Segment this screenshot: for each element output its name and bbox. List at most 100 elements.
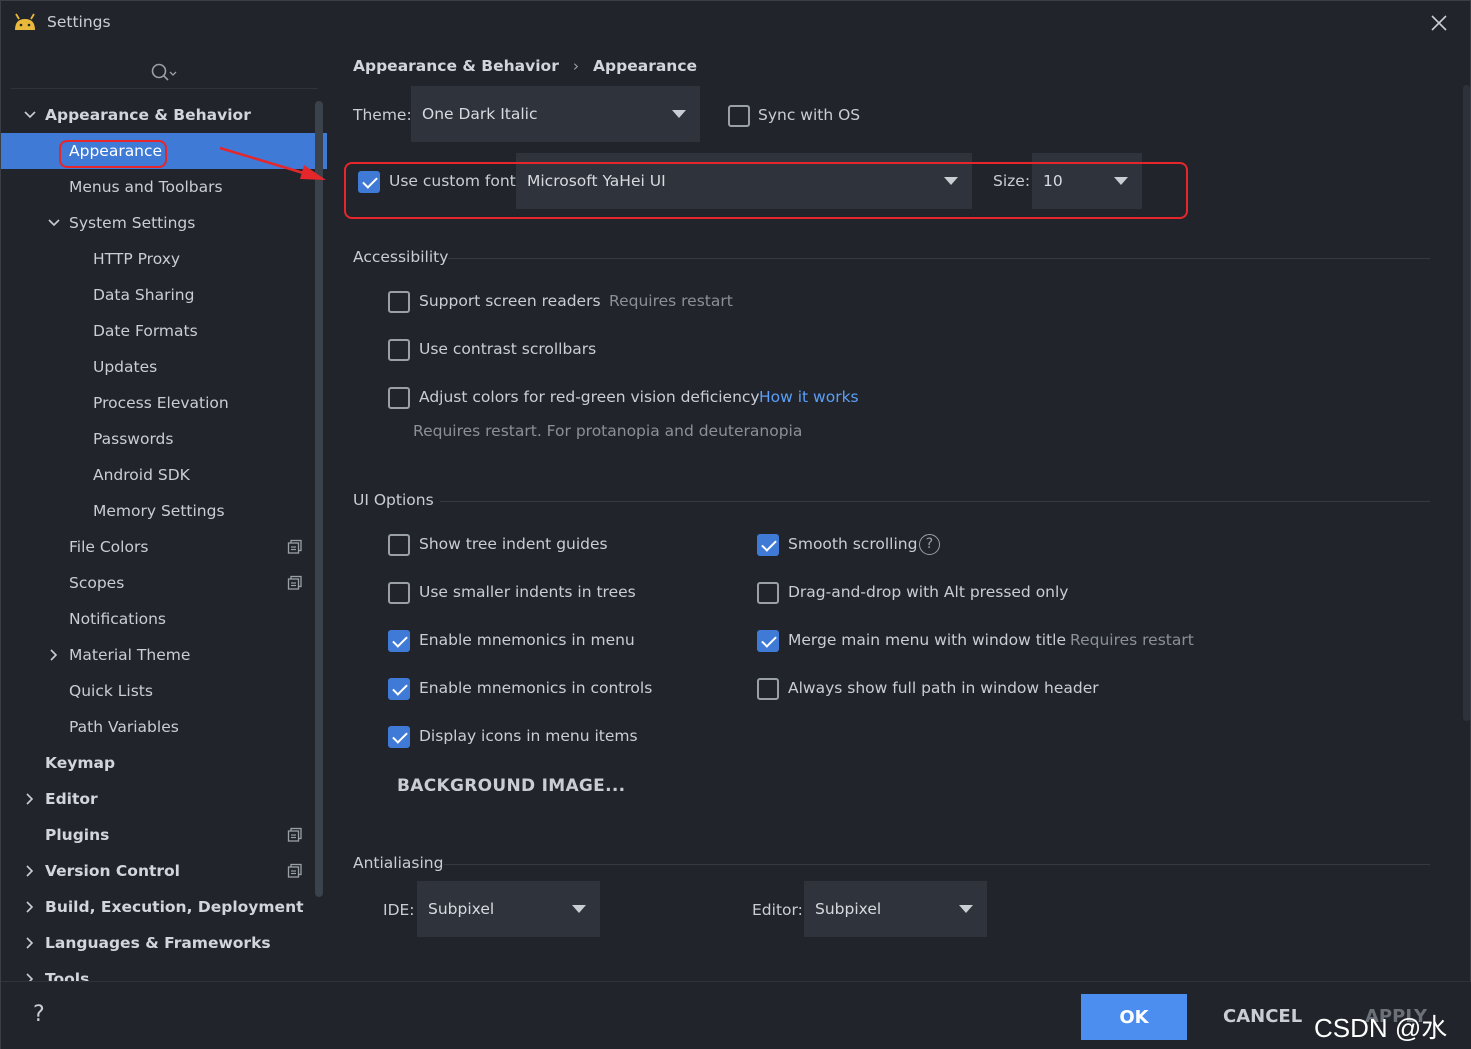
project-settings-icon — [287, 863, 302, 878]
sidebar-item-label: File Colors — [69, 538, 149, 556]
sidebar-item[interactable]: Build, Execution, Deployment — [1, 889, 317, 925]
chevron-right-icon[interactable] — [47, 648, 61, 662]
project-settings-icon — [287, 575, 302, 590]
chevron-right-icon[interactable] — [23, 864, 37, 878]
ide-aa-dropdown[interactable]: Subpixel — [417, 881, 600, 937]
sync-os-checkbox[interactable] — [728, 105, 750, 127]
red-green-checkbox[interactable] — [388, 387, 410, 409]
background-image-button[interactable]: BACKGROUND IMAGE... — [397, 776, 625, 796]
ui-options-divider — [440, 501, 1430, 502]
contrast-scrollbars-label: Use contrast scrollbars — [419, 340, 597, 358]
cancel-button[interactable]: CANCEL — [1223, 1006, 1302, 1027]
sidebar-item-label: Build, Execution, Deployment — [45, 898, 304, 916]
ui-option-label: Display icons in menu items — [419, 727, 638, 745]
chevron-right-icon[interactable] — [23, 792, 37, 806]
sidebar-item[interactable]: Plugins — [1, 817, 317, 853]
breadcrumb-parent[interactable]: Appearance & Behavior — [353, 57, 559, 75]
help-icon[interactable]: ? — [919, 534, 940, 555]
sidebar-item[interactable]: Quick Lists — [1, 673, 317, 709]
ui-option-checkbox[interactable] — [388, 630, 410, 652]
project-settings-icon — [287, 827, 302, 842]
chevron-down-icon[interactable] — [47, 216, 61, 230]
chevron-down-icon — [672, 110, 686, 118]
ui-option-checkbox[interactable] — [757, 534, 779, 556]
contrast-scrollbars-checkbox[interactable] — [388, 339, 410, 361]
sidebar-item-label: Passwords — [93, 430, 174, 448]
breadcrumb-separator: › — [572, 57, 580, 75]
sidebar-item[interactable]: Material Theme — [1, 637, 317, 673]
ui-option-checkbox[interactable] — [388, 582, 410, 604]
sidebar-item-label: Plugins — [45, 826, 110, 844]
sidebar-scrollbar[interactable] — [315, 101, 323, 897]
sidebar-item[interactable]: Android SDK — [1, 457, 317, 493]
ui-options-title: UI Options — [353, 491, 434, 509]
sidebar-item[interactable]: Tools — [1, 961, 317, 981]
sidebar-item[interactable]: Appearance & Behavior — [1, 97, 317, 133]
screen-readers-checkbox[interactable] — [388, 291, 410, 313]
screen-readers-note: Requires restart — [609, 292, 733, 310]
search-icon[interactable] — [15, 61, 315, 85]
sidebar-item[interactable]: Passwords — [1, 421, 317, 457]
sync-os-label: Sync with OS — [758, 106, 861, 124]
theme-label: Theme: — [353, 106, 412, 124]
sidebar-item[interactable]: Data Sharing — [1, 277, 317, 313]
sidebar-item[interactable]: Languages & Frameworks — [1, 925, 317, 961]
settings-main-panel: Appearance & Behavior › Appearance Theme… — [328, 45, 1471, 981]
sidebar-item-label: System Settings — [69, 214, 196, 232]
sidebar-item[interactable]: Date Formats — [1, 313, 317, 349]
ok-button[interactable]: OK — [1081, 994, 1187, 1040]
ui-option-label: Show tree indent guides — [419, 535, 608, 553]
main-scrollbar[interactable] — [1463, 85, 1470, 721]
sidebar-item[interactable]: Editor — [1, 781, 317, 817]
sidebar-item-label: Date Formats — [93, 322, 198, 340]
help-button[interactable]: ? — [33, 1002, 45, 1027]
sidebar-item-label: Version Control — [45, 862, 180, 880]
sidebar-item-label: Languages & Frameworks — [45, 934, 271, 952]
ui-option-checkbox[interactable] — [388, 726, 410, 748]
sidebar-item[interactable]: Path Variables — [1, 709, 317, 745]
sidebar-item-label: Menus and Toolbars — [69, 178, 223, 196]
sidebar-item[interactable]: File Colors — [1, 529, 317, 565]
how-it-works-link[interactable]: How it works — [759, 388, 859, 406]
android-studio-icon — [15, 13, 35, 30]
editor-aa-value: Subpixel — [815, 900, 882, 918]
annotation-arrow-icon — [219, 146, 326, 180]
sidebar-item[interactable]: Notifications — [1, 601, 317, 637]
antialiasing-title: Antialiasing — [353, 854, 444, 872]
chevron-right-icon[interactable] — [23, 936, 37, 950]
editor-aa-dropdown[interactable]: Subpixel — [804, 881, 987, 937]
red-green-note: Requires restart. For protanopia and deu… — [413, 422, 803, 440]
chevron-right-icon[interactable] — [23, 900, 37, 914]
chevron-right-icon[interactable] — [23, 972, 37, 981]
ui-option-checkbox[interactable] — [757, 582, 779, 604]
dialog-footer: ? OK CANCEL APPLY CSDN @水kw — [1, 981, 1471, 1049]
ui-option-note: Requires restart — [1070, 631, 1194, 649]
sidebar-item[interactable]: Version Control — [1, 853, 317, 889]
chevron-down-icon[interactable] — [23, 108, 37, 122]
sidebar-item-label: Quick Lists — [69, 682, 153, 700]
sidebar-item-label: Tools — [45, 970, 90, 981]
red-green-label: Adjust colors for red-green vision defic… — [419, 388, 760, 406]
ui-option-checkbox[interactable] — [388, 534, 410, 556]
annotation-selected-outline — [59, 140, 167, 168]
editor-aa-label: Editor: — [752, 901, 803, 919]
ui-option-checkbox[interactable] — [757, 678, 779, 700]
settings-window: Settings Appearance & Behavior Appearance… — [0, 0, 1471, 1049]
sidebar-item[interactable]: Scopes — [1, 565, 317, 601]
antialiasing-divider — [444, 864, 1430, 865]
sidebar-item[interactable]: Updates — [1, 349, 317, 385]
ui-option-checkbox[interactable] — [757, 630, 779, 652]
sidebar-item[interactable]: HTTP Proxy — [1, 241, 317, 277]
ui-option-label: Smooth scrolling — [788, 535, 918, 553]
sidebar-item[interactable]: Process Elevation — [1, 385, 317, 421]
close-icon[interactable] — [1427, 11, 1451, 35]
accessibility-divider — [448, 258, 1430, 259]
accessibility-title: Accessibility — [353, 248, 449, 266]
sidebar-item[interactable]: Keymap — [1, 745, 317, 781]
sidebar-item-label: Path Variables — [69, 718, 179, 736]
ui-option-checkbox[interactable] — [388, 678, 410, 700]
sidebar-item[interactable]: System Settings — [1, 205, 317, 241]
sidebar-item[interactable]: Memory Settings — [1, 493, 317, 529]
theme-dropdown[interactable]: One Dark Italic — [411, 86, 700, 142]
screen-readers-label: Support screen readers — [419, 292, 601, 310]
